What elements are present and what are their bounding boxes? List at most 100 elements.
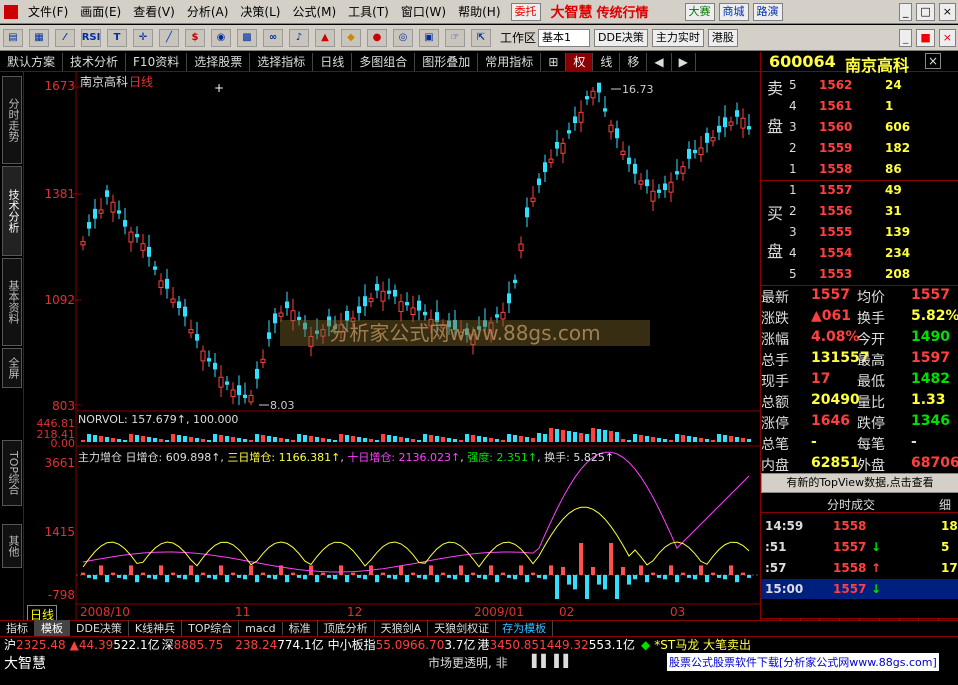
indicator-bar — [555, 575, 559, 599]
diamond-icon[interactable]: ◆ — [341, 28, 361, 47]
multi-chart-button[interactable]: 多图组合 — [352, 52, 416, 71]
rsi-icon[interactable]: RSI — [81, 28, 101, 47]
template-tab[interactable]: DDE决策 — [70, 620, 129, 636]
side-tab-technical[interactable]: 技术分析 — [2, 166, 22, 256]
stat-value: 1597 — [911, 350, 950, 366]
volume-bar — [231, 437, 235, 442]
calc-icon[interactable]: ▣ — [419, 28, 439, 47]
roadshow-button[interactable]: 路演 — [752, 2, 783, 21]
f10-button[interactable]: F10资料 — [126, 52, 188, 71]
ruler-icon[interactable]: ╱ — [159, 28, 179, 47]
main-force-button[interactable]: 主力实时 — [651, 28, 704, 47]
template-tab[interactable]: 天狼剑A — [375, 620, 429, 636]
select-stock-button[interactable]: 选择股票 — [187, 52, 251, 71]
volume-bar — [255, 434, 259, 442]
candle-body — [405, 302, 409, 306]
prev-icon[interactable]: ◀ — [647, 52, 672, 71]
child-restore-icon[interactable]: ■ — [916, 28, 935, 47]
daily-button[interactable]: 日线 — [313, 52, 353, 71]
template-tab[interactable]: 模板 — [35, 620, 70, 636]
tick-price: 1558 — [833, 561, 867, 575]
indicator-bar — [129, 565, 133, 575]
template-tab[interactable]: K线神兵 — [129, 620, 183, 636]
indicator-bar — [435, 575, 439, 583]
news-text[interactable]: *ST马龙 大笔卖出 — [654, 636, 751, 653]
volume-bar — [351, 436, 355, 442]
select-indicator-button[interactable]: 选择指标 — [250, 52, 314, 71]
side-tab-top[interactable]: TOP综合 — [2, 440, 22, 506]
close-icon[interactable]: × — [938, 2, 956, 21]
menu-help[interactable]: 帮助(H) — [452, 1, 506, 23]
tech-analysis-button[interactable]: 技术分析 — [63, 52, 127, 71]
export-icon[interactable]: ⇱ — [471, 28, 491, 47]
side-tab-fundamental[interactable]: 基本资料 — [2, 258, 22, 346]
side-tab-other[interactable]: 其他 — [2, 524, 22, 568]
next-icon[interactable]: ▶ — [672, 52, 696, 71]
overlay-button[interactable]: 图形叠加 — [415, 52, 479, 71]
indicator-bar — [561, 567, 565, 575]
dollar-icon[interactable]: $ — [185, 28, 205, 47]
download-link[interactable]: 股票公式股票软件下载[分析家公式网www.88gs.com] — [667, 653, 939, 671]
template-tab[interactable]: 顶底分析 — [318, 620, 375, 636]
trend-icon[interactable]: ⁄ — [55, 28, 75, 47]
template-tab[interactable]: 天狼剑权证 — [428, 620, 497, 636]
dde-button[interactable]: DDE决策 — [594, 28, 648, 47]
common-indicator-button[interactable]: 常用指标 — [478, 52, 542, 71]
binoculars-icon[interactable]: ∞ — [263, 28, 283, 47]
contest-button[interactable]: 大赛 — [684, 2, 715, 21]
template-tab[interactable]: 存为模板 — [496, 620, 554, 636]
menu-file[interactable]: 文件(F) — [22, 1, 74, 23]
menu-tools[interactable]: 工具(T) — [342, 1, 395, 23]
side-tab-minute[interactable]: 分时走势 — [2, 76, 22, 164]
volume-bar — [237, 438, 241, 442]
volume-bar — [141, 436, 145, 442]
home-icon[interactable]: ▤ — [3, 28, 23, 47]
side-tab-fullscreen[interactable]: 全屏 — [2, 348, 22, 388]
candle-body — [698, 147, 704, 156]
menu-window[interactable]: 窗口(W) — [395, 1, 452, 23]
stat-value: 1646 — [811, 413, 850, 429]
volume-bar — [159, 439, 163, 442]
menu-analysis[interactable]: 分析(A) — [181, 1, 235, 23]
grid-icon[interactable]: ▩ — [237, 28, 257, 47]
child-close-icon[interactable]: × — [938, 28, 956, 47]
chart-icon[interactable]: ▦ — [29, 28, 49, 47]
template-tab[interactable]: TOP综合 — [182, 620, 240, 636]
maximize-icon[interactable]: □ — [916, 2, 935, 21]
indicator-bar — [591, 567, 595, 575]
line-button[interactable]: 线 — [593, 52, 621, 71]
menu-formula[interactable]: 公式(M) — [286, 1, 342, 23]
minimize-icon[interactable]: _ — [898, 2, 913, 21]
cross-icon[interactable]: ✛ — [133, 28, 153, 47]
indicator-bar — [489, 565, 493, 575]
mall-button[interactable]: 商城 — [718, 2, 749, 21]
monitor-icon[interactable]: ◉ — [211, 28, 231, 47]
disc-icon[interactable]: ◎ — [393, 28, 413, 47]
market-message: 市场更透明, 非 — [428, 656, 508, 670]
child-minimize-icon[interactable]: _ — [898, 28, 913, 47]
menu-view[interactable]: 查看(V) — [127, 1, 181, 23]
template-tab[interactable]: 标准 — [283, 620, 318, 636]
hand-icon[interactable]: ☞ — [445, 28, 465, 47]
menu-view-screen[interactable]: 画面(E) — [74, 1, 127, 23]
crosshair-icon[interactable]: ⊞ — [541, 52, 567, 71]
topview-link[interactable]: 有新的TopView数据,点击查看 — [761, 473, 958, 493]
car-icon[interactable]: ● — [367, 28, 387, 47]
volume-bar — [177, 435, 181, 442]
right-adjust-button[interactable]: 权 — [566, 52, 594, 71]
template-tab[interactable]: 指标 — [0, 620, 35, 636]
template-tab[interactable]: macd — [239, 621, 283, 635]
move-button[interactable]: 移 — [620, 52, 648, 71]
chart-area[interactable]: + 南京高科 日线 16.73 8.03 分析家公式网www.88gs.com … — [25, 72, 760, 632]
menu-decision[interactable]: 决策(L) — [234, 1, 286, 23]
alarm-icon[interactable]: ♪ — [289, 28, 309, 47]
up-arrow-icon[interactable]: ▲ — [315, 28, 335, 47]
indicator-bar — [573, 575, 577, 590]
close-quote-icon[interactable]: × — [925, 53, 941, 69]
hk-button[interactable]: 港股 — [707, 28, 738, 47]
default-scheme-button[interactable]: 默认方案 — [0, 52, 64, 71]
text-icon[interactable]: T — [107, 28, 127, 47]
detail-button[interactable]: 细 — [939, 496, 951, 513]
workspace-select[interactable]: 基本1 — [538, 28, 591, 47]
entrust-button[interactable]: 委托 — [510, 2, 541, 21]
